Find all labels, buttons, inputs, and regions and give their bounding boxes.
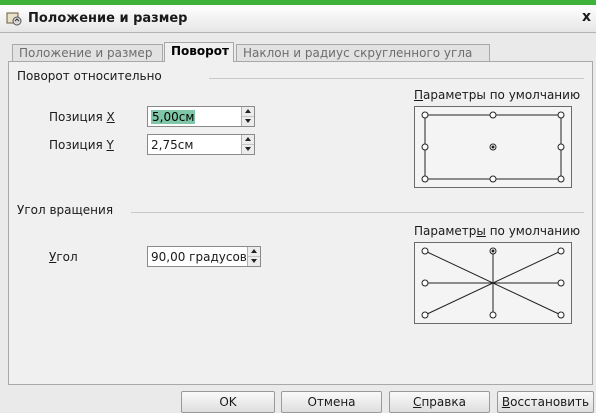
dialog-icon	[6, 11, 22, 27]
pos-y-field[interactable]: 2,75см	[147, 134, 255, 155]
pivot-section-divider	[209, 78, 584, 79]
angle-field[interactable]: 90,00 градусов	[147, 246, 261, 267]
pos-x-decrement-button[interactable]	[242, 116, 254, 125]
pos-y-label: Позиция Y	[49, 138, 114, 152]
arrow-up-icon	[245, 109, 251, 113]
tab-slant-corner[interactable]: Наклон и радиус скругленного угла	[236, 44, 490, 61]
ok-button[interactable]: OK	[181, 391, 275, 413]
close-icon[interactable]: x	[582, 9, 596, 29]
arrow-up-icon	[251, 249, 257, 253]
pos-y-value: 2,75см	[151, 138, 194, 152]
pos-x-spin-buttons	[241, 107, 254, 126]
angle-spin-buttons	[247, 247, 260, 266]
rotation-tab-panel: Поворот относительно Позиция X 5,00см По…	[8, 61, 593, 385]
angle-label: Угол	[49, 250, 78, 264]
window-title: Положение и размер	[28, 11, 188, 26]
arrow-down-icon	[251, 259, 257, 263]
reset-button[interactable]: Восстановить	[497, 391, 594, 413]
pos-y-decrement-button[interactable]	[242, 144, 254, 153]
arrow-down-icon	[245, 147, 251, 151]
pos-x-value: 5,00см	[151, 110, 196, 124]
angle-section-title: Угол вращения	[17, 203, 114, 217]
pos-y-spin-buttons	[241, 135, 254, 154]
tab-position-size[interactable]: Положение и размер	[12, 44, 163, 61]
tab-rotation[interactable]: Поворот	[164, 42, 234, 62]
angle-direction-diagram	[421, 247, 565, 319]
help-button[interactable]: Справка	[389, 391, 490, 413]
dialog-body: Положение и размер Поворот Наклон и ради…	[0, 34, 596, 413]
arrow-up-icon	[245, 137, 251, 141]
pos-x-label: Позиция X	[49, 110, 115, 124]
pos-x-field[interactable]: 5,00см	[147, 106, 255, 127]
angle-defaults-label: Параметры по умолчанию	[414, 224, 581, 238]
angle-decrement-button[interactable]	[248, 256, 260, 265]
angle-value: 90,00 градусов	[151, 250, 247, 264]
cancel-button[interactable]: Отмена	[281, 391, 382, 413]
arrow-down-icon	[245, 119, 251, 123]
pivot-point-selector[interactable]	[414, 106, 572, 188]
pivot-section-title: Поворот относительно	[17, 69, 162, 83]
window-titlebar[interactable]: Положение и размер x	[0, 5, 596, 33]
pivot-defaults-label: Параметры по умолчанию	[414, 88, 581, 102]
angle-selector[interactable]	[414, 242, 572, 324]
pivot-point-grid	[421, 111, 565, 183]
angle-section-divider	[131, 212, 584, 213]
